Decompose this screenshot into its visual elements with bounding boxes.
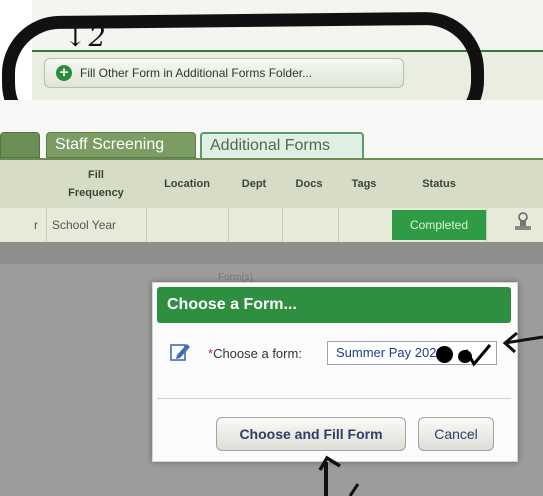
arrow-up-head xyxy=(318,455,341,471)
annotation-marks xyxy=(318,331,543,496)
chevron-down-icon xyxy=(464,344,492,367)
annotation-tick xyxy=(348,483,360,496)
